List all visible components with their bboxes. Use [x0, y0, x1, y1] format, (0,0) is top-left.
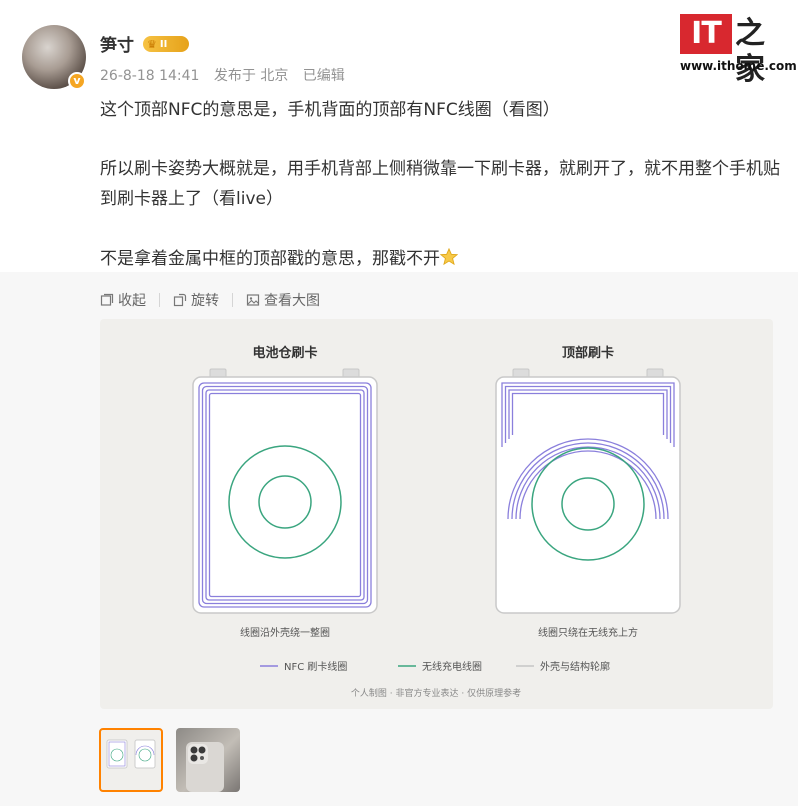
view-large-button[interactable]: 查看大图 — [246, 290, 320, 310]
vip-level: II — [159, 38, 168, 50]
thumbnail-photo-preview — [186, 742, 224, 792]
logo-name: 之家 — [735, 16, 765, 87]
right-caption: 线圈只绕在无线充上方 — [538, 626, 638, 639]
post-paragraph-text: 不是拿着金属中框的顶部戳的意思，那戳不开 — [100, 249, 440, 269]
thumbnail-diagram-preview — [106, 739, 156, 769]
post-paragraph: 所以刷卡姿势大概就是，用手机背部上侧稍微靠一下刷卡器，就刷开了，就不用整个手机贴… — [100, 159, 780, 209]
rotate-label: 旋转 — [191, 293, 219, 309]
ithome-logo: IT 之家 www.ithome.com — [680, 14, 797, 87]
collapse-label: 收起 — [118, 293, 146, 309]
media-panel: 收起 旋转 查看大图 电池仓刷卡 线圈沿外壳绕一整圈 顶部刷卡 线圈只绕在无线充… — [0, 272, 798, 806]
legend-nfc-label: NFC 刷卡线圈 — [284, 660, 347, 673]
media-toolbar: 收起 旋转 查看大图 — [100, 290, 320, 310]
toolbar-divider — [159, 293, 160, 307]
figure-footnote: 个人制图 · 非官方专业表达 · 仅供原理参考 — [351, 687, 521, 699]
logo-url: www.ithome.com — [680, 59, 797, 73]
legend-outline-label: 外壳与结构轮廓 — [540, 660, 610, 673]
collapse-icon — [100, 293, 114, 306]
thumbnail-diagram[interactable] — [99, 728, 163, 792]
crown-icon: ♛ — [147, 37, 157, 51]
post-paragraph-last: 不是拿着金属中框的顶部戳的意思，那戳不开 — [100, 244, 780, 274]
image-icon — [246, 294, 260, 306]
left-caption: 线圈沿外壳绕一整圈 — [240, 626, 330, 639]
post-paragraph: 这个顶部NFC的意思是，手机背面的顶部有NFC线圈（看图） — [100, 100, 560, 120]
edited-label[interactable]: 已编辑 — [303, 68, 345, 84]
username[interactable]: 笋寸 — [100, 31, 134, 56]
legend: NFC 刷卡线圈 无线充电线圈 外壳与结构轮廓 — [260, 660, 610, 673]
legend-wireless-label: 无线充电线圈 — [422, 660, 482, 673]
toolbar-divider — [232, 293, 233, 307]
collapse-button[interactable]: 收起 — [100, 290, 146, 310]
right-title: 顶部刷卡 — [562, 345, 614, 361]
rotate-icon — [173, 293, 187, 307]
left-phone-outline — [192, 376, 378, 614]
nfc-diagram: 电池仓刷卡 线圈沿外壳绕一整圈 顶部刷卡 线圈只绕在无线充上方 NFC 刷卡线圈… — [192, 345, 681, 699]
logo-mark: IT — [680, 14, 732, 54]
star-emoji-icon — [440, 248, 458, 266]
verified-badge-icon: v — [68, 72, 86, 90]
vip-badge[interactable]: ♛ II — [143, 36, 189, 52]
view-large-label: 查看大图 — [264, 293, 320, 309]
left-title: 电池仓刷卡 — [252, 345, 317, 361]
post-location: 发布于 北京 — [213, 68, 289, 84]
thumbnail-photo[interactable] — [176, 728, 240, 792]
post-date[interactable]: 26-8-18 14:41 — [100, 68, 199, 84]
rotate-button[interactable]: 旋转 — [173, 290, 219, 310]
post-meta: 26-8-18 14:41 发布于 北京 已编辑 — [100, 65, 355, 85]
nfc-diagram-image[interactable]: 电池仓刷卡 线圈沿外壳绕一整圈 顶部刷卡 线圈只绕在无线充上方 NFC 刷卡线圈… — [100, 319, 773, 709]
